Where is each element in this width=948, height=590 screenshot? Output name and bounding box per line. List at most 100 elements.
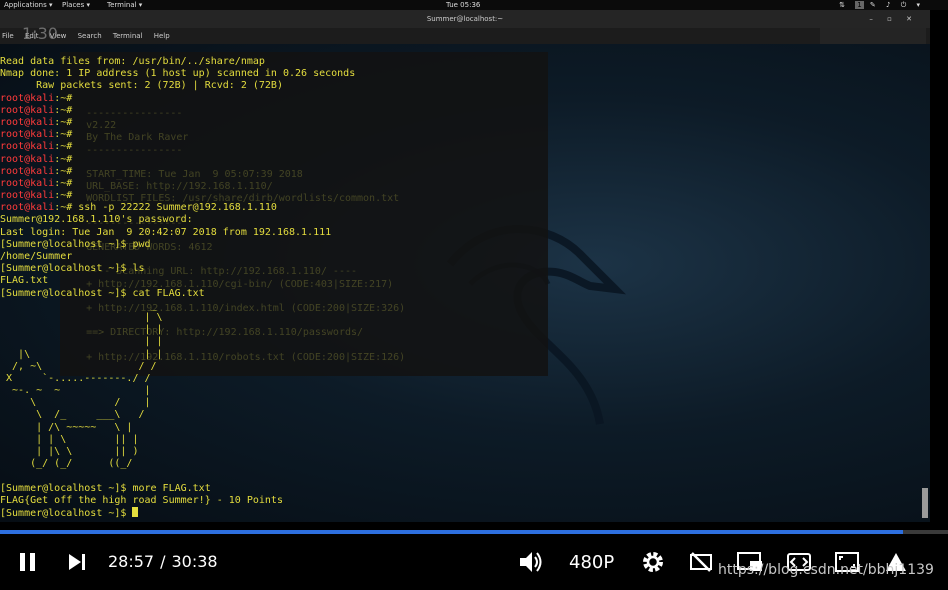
terminal-line-text: ~-. ~ ~ | (0, 385, 151, 397)
terminal-line-text: | | (0, 324, 163, 336)
terminal-line: FLAG{Get off the high road Summer!} - 10… (0, 495, 355, 507)
root-prompt: root@kali (0, 104, 55, 116)
terminal-title-bar[interactable]: Summer@localhost:~ – ▫ ✕ (0, 10, 930, 28)
source-watermark: https://blog.csdn.net/bbhj1139 (718, 562, 934, 578)
places-menu[interactable]: Places ▾ (62, 0, 90, 10)
window-title: Summer@localhost:~ (426, 15, 504, 23)
root-prompt: root@kali (0, 116, 55, 128)
terminal-line: | /\ ~~~~~ \ | (0, 422, 355, 434)
chevron-down-icon[interactable]: ▾ (916, 1, 924, 9)
maximize-icon[interactable]: ▫ (887, 15, 898, 23)
terminal-line: /home/Summer (0, 251, 355, 263)
volume-icon[interactable]: ♪ (886, 1, 894, 9)
terminal-line-text: :~# (54, 92, 79, 104)
root-prompt: root@kali (0, 202, 55, 214)
terminal-scrollbar[interactable] (922, 488, 928, 518)
terminal-line-text: | |\ \ || ) (0, 446, 139, 457)
terminal-line: Last login: Tue Jan 9 20:42:07 2018 from… (0, 227, 355, 239)
power-icon[interactable]: ⏻ (901, 1, 911, 9)
video-overlay-timer: 1:30 (22, 24, 58, 43)
terminal-line-text: | | (0, 336, 163, 348)
terminal-line: FLAG.txt (0, 275, 355, 287)
current-time: 28:57 (108, 552, 155, 571)
terminal-line: root@kali:~# (0, 141, 355, 153)
terminal-line: root@kali:~# ssh -p 22222 Summer@192.168… (0, 202, 355, 214)
terminal-line: [Summer@localhost ~]$ (0, 506, 355, 519)
terminal-output[interactable]: Read data files from: /usr/bin/../share/… (0, 56, 355, 519)
network-icon[interactable]: ⇅ (839, 1, 849, 9)
terminal-line-text: Nmap done: 1 IP address (1 host up) scan… (0, 68, 356, 80)
terminal-line: root@kali:~# (0, 93, 355, 105)
terminal-line-text: | \ (0, 311, 163, 323)
terminal-line: (_/ (_/ ((_/ (0, 458, 355, 470)
menu-help[interactable]: Help (154, 32, 170, 40)
terminal-line: /, ~\ / / (0, 361, 355, 373)
menu-file[interactable]: File (2, 32, 14, 40)
terminal-line-text: [Summer@localhost ~]$ ls (0, 263, 145, 275)
terminal-cursor (132, 506, 139, 517)
terminal-line-text: :~# (54, 190, 79, 202)
system-tray[interactable]: ⇅ 1 ✎ ♪ ⏻ ▾ (839, 0, 924, 10)
next-icon[interactable] (67, 552, 87, 572)
root-prompt: root@kali (0, 129, 55, 141)
time-separator: / (160, 552, 166, 571)
pause-icon[interactable] (18, 552, 38, 572)
terminal-line-text: Raw packets sent: 2 (72B) | Rcvd: 2 (72B… (0, 80, 283, 92)
workspace-indicator[interactable]: 1 (855, 1, 864, 9)
terminal-line-text: | | \ || | (0, 433, 139, 445)
terminal-line-text: :~# (54, 177, 79, 189)
terminal-line-text: :~# (54, 129, 79, 141)
menu-search[interactable]: Search (78, 32, 102, 40)
terminal-app-menu[interactable]: Terminal ▾ (107, 0, 142, 10)
applications-menu[interactable]: Applications ▾ (4, 0, 53, 10)
terminal-line: [Summer@localhost ~]$ more FLAG.txt (0, 483, 355, 495)
terminal-line: [Summer@localhost ~]$ pwd (0, 239, 355, 251)
root-prompt: root@kali (0, 141, 55, 153)
terminal-line-text: \ /_ ___\ / (0, 409, 145, 421)
terminal-line: [Summer@localhost ~]$ cat FLAG.txt (0, 288, 355, 300)
system-clock[interactable]: Tue 05:36 (446, 0, 480, 10)
terminal-line: Raw packets sent: 2 (72B) | Rcvd: 2 (72B… (0, 80, 355, 92)
terminal-line-text: _ (0, 299, 157, 311)
pen-icon[interactable]: ✎ (870, 1, 880, 9)
terminal-line-text: :~# (54, 141, 79, 153)
terminal-line: | | (0, 324, 355, 336)
quality-selector[interactable]: 480P (569, 552, 614, 573)
terminal-line: X `-.....-------./ / (0, 373, 355, 385)
terminal-line: [Summer@localhost ~]$ ls (0, 263, 355, 275)
terminal-line-text: [Summer@localhost ~]$ cat FLAG.txt (0, 287, 205, 299)
volume-icon[interactable] (518, 550, 544, 574)
terminal-line-text: X `-.....-------./ / (0, 372, 151, 384)
terminal-line-text: /, ~\ / / (0, 360, 157, 372)
terminal-line: root@kali:~# (0, 190, 355, 202)
terminal-line: ~-. ~ ~ | (0, 385, 355, 397)
root-prompt: root@kali (0, 92, 55, 104)
root-prompt: root@kali (0, 177, 55, 189)
terminal-line: root@kali:~# (0, 129, 355, 141)
root-prompt: root@kali (0, 190, 55, 202)
terminal-line-text: FLAG{Get off the high road Summer!} - 10… (0, 494, 283, 506)
terminal-line: root@kali:~# (0, 178, 355, 190)
terminal-line: root@kali:~# (0, 117, 355, 129)
settings-gear-icon[interactable] (640, 549, 666, 575)
terminal-line-text: :~# (54, 165, 79, 177)
terminal-line: | | \ || | (0, 434, 355, 446)
terminal-line: | | (0, 336, 355, 348)
minimize-icon[interactable]: – (869, 15, 879, 23)
menu-terminal[interactable]: Terminal (113, 32, 143, 40)
total-duration: 30:38 (171, 552, 218, 571)
terminal-line-text: [Summer@localhost ~]$ pwd (0, 238, 151, 250)
terminal-line-text: Last login: Tue Jan 9 20:42:07 2018 from… (0, 226, 332, 238)
close-icon[interactable]: ✕ (906, 15, 918, 23)
terminal-line-text: |\ | | (0, 348, 163, 360)
terminal-line-text: Read data files from: /usr/bin/../share/… (0, 56, 265, 67)
terminal-line: | \ (0, 312, 355, 324)
playback-time: 28:57 / 30:38 (108, 552, 218, 571)
terminal-line: Summer@192.168.1.110's password: (0, 214, 355, 226)
terminal-line-text: /home/Summer (0, 251, 73, 262)
terminal-line: | |\ \ || ) (0, 446, 355, 458)
danmaku-off-icon[interactable] (688, 549, 714, 575)
terminal-line-text: :~# (54, 116, 79, 128)
root-prompt: root@kali (0, 165, 55, 177)
